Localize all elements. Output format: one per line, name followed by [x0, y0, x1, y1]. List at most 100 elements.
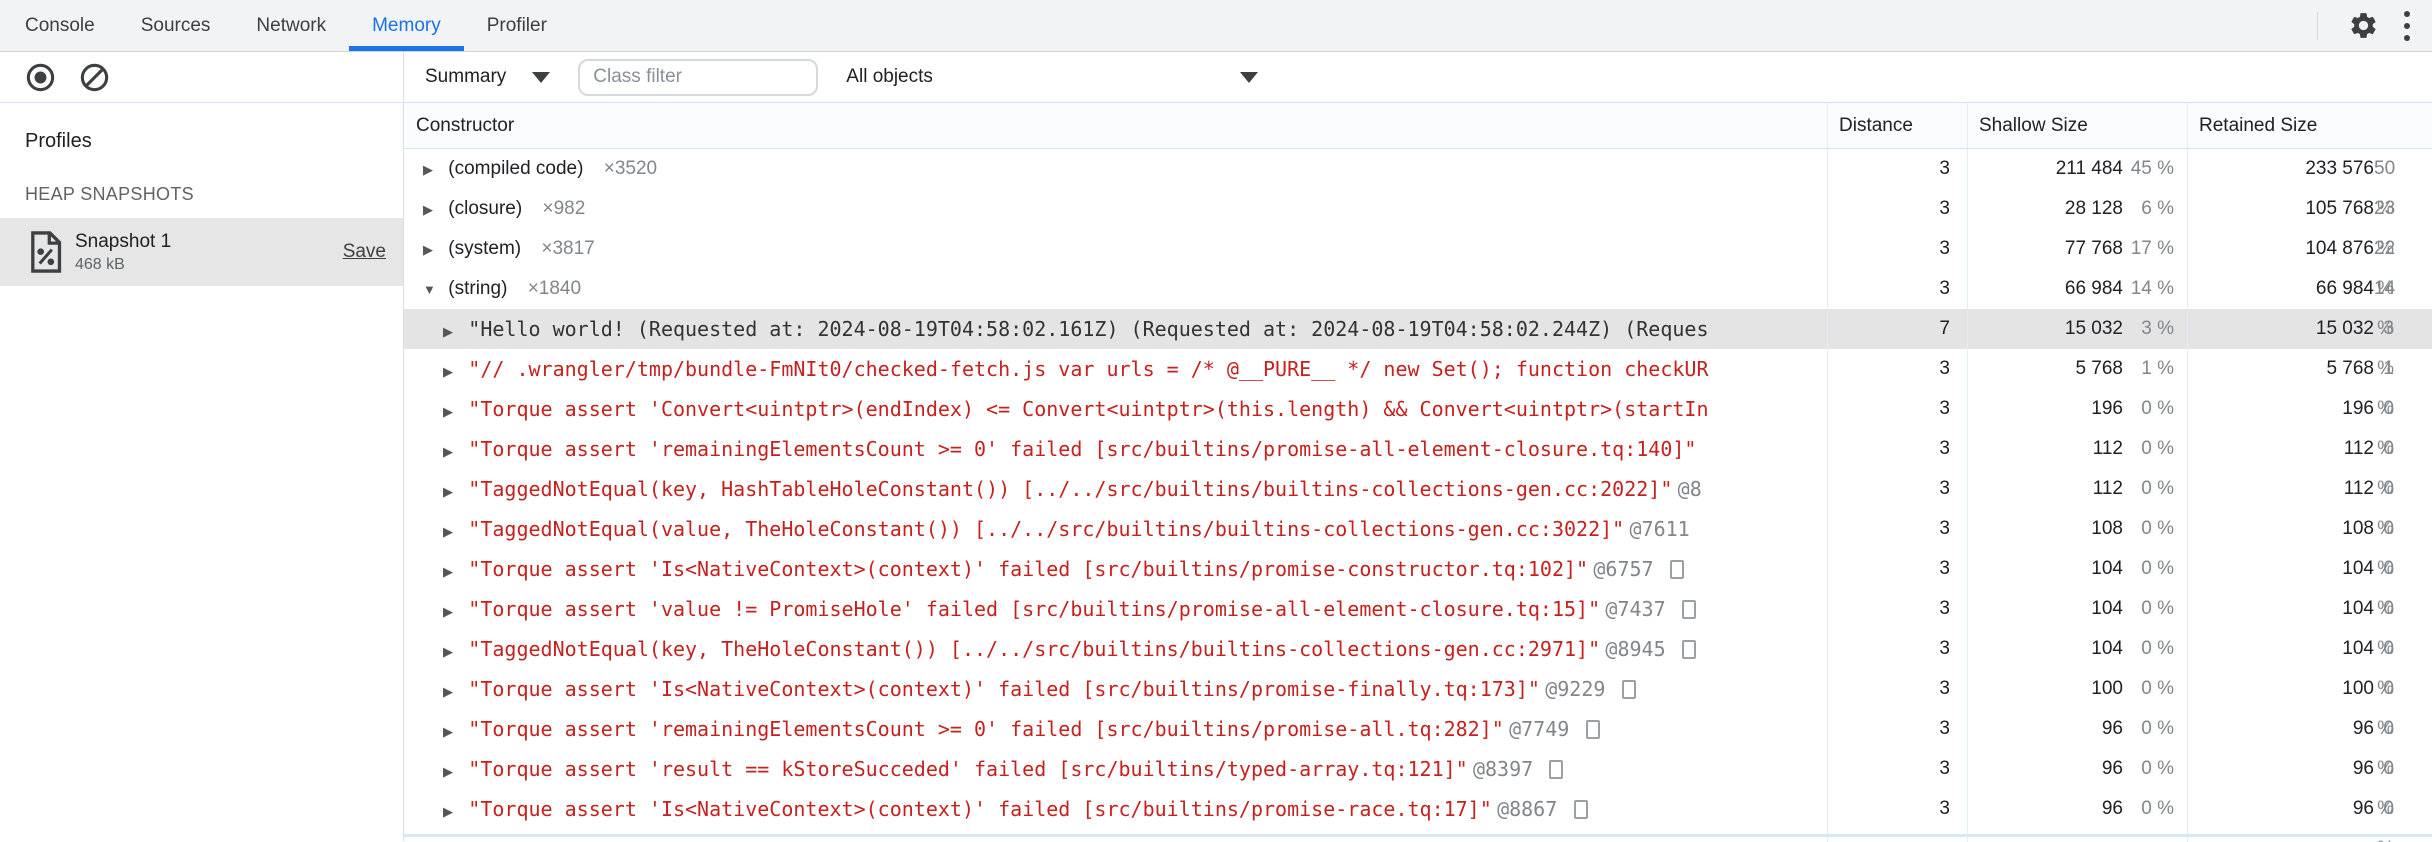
table-row[interactable]: ▼ (string) ×1840 3 66 984 14 % 66 984 14…: [404, 269, 2432, 349]
object-id: @6757: [1593, 557, 1654, 581]
disclosure-triangle-icon[interactable]: ▶: [423, 230, 443, 270]
table-row[interactable]: ▶ (system) ×3817 3 77 768 17 % 104 876 2…: [404, 229, 2432, 309]
profiles-toolbar: [0, 52, 404, 102]
column-header-distance[interactable]: Distance: [1827, 103, 1967, 148]
object-id: @8867: [1497, 797, 1558, 821]
disclosure-triangle-icon[interactable]: ▶: [443, 592, 463, 632]
table-row[interactable]: ▶ "Hello world! (Requested at: 2024-08-1…: [404, 309, 2432, 389]
table-row[interactable]: ▶ "// .wrangler/tmp/bundle-FmNIt0/checke…: [404, 349, 2432, 429]
reveal-icon[interactable]: [1585, 720, 1600, 739]
kebab-icon: [2404, 10, 2410, 17]
column-header-constructor[interactable]: Constructor: [404, 115, 1827, 137]
constructor-name: (closure): [448, 198, 523, 219]
tab-console[interactable]: Console: [2, 0, 118, 51]
tabbar-actions: [2317, 0, 2432, 51]
reveal-icon[interactable]: [1681, 600, 1696, 619]
reveal-icon[interactable]: [1573, 800, 1588, 819]
column-header-retained-size[interactable]: Retained Size: [2187, 103, 2432, 148]
disclosure-triangle-icon[interactable]: ▶: [443, 752, 463, 792]
disclosure-triangle-icon[interactable]: ▶: [443, 392, 463, 432]
memory-panel-content: Profiles HEAP SNAPSHOTS Snapshot 1 468 k…: [0, 103, 2432, 842]
tab-network[interactable]: Network: [233, 0, 349, 51]
object-scope-value: All objects: [846, 66, 933, 87]
instance-count: ×3817: [541, 238, 595, 259]
more-options-button[interactable]: [2404, 10, 2410, 41]
table-row[interactable]: ▶ (compiled code) ×3520 3 211 484 45 % 2…: [404, 149, 2432, 229]
heap-snapshots-section-label: HEAP SNAPSHOTS: [25, 184, 194, 204]
disclosure-triangle-icon[interactable]: ▶: [443, 552, 463, 592]
string-value: "Torque assert 'result == kStoreSucceded…: [468, 757, 1468, 781]
class-filter-input[interactable]: [578, 58, 819, 96]
table-row[interactable]: ▶ (closure) ×982 3 28 128 6 % 105 768 23…: [404, 189, 2432, 269]
table-row[interactable]: ▶ "TaggedNotEqual(key, HashTableHoleCons…: [404, 469, 2432, 549]
tab-memory[interactable]: Memory: [349, 0, 464, 51]
disclosure-triangle-icon[interactable]: ▶: [443, 352, 463, 392]
panel-tabs: Console Sources Network Memory Profiler: [2, 0, 570, 51]
save-snapshot-link[interactable]: Save: [343, 241, 386, 263]
instance-count: ×982: [542, 198, 586, 219]
object-id: @9229: [1545, 677, 1606, 701]
reveal-icon[interactable]: [1549, 760, 1564, 779]
instance-count: ×3520: [603, 158, 658, 179]
table-row[interactable]: ▶ "Torque assert 'remainingElementsCount…: [404, 429, 2432, 509]
view-toolbar: Summary All objects: [404, 52, 2432, 102]
column-header-shallow-size[interactable]: Shallow Size: [1967, 103, 2187, 148]
table-row[interactable]: ▶ "Torque assert 'Is<NativeContext>(cont…: [404, 669, 2432, 749]
block-icon: [79, 62, 110, 93]
disclosure-triangle-icon[interactable]: ▼: [423, 270, 443, 310]
scroll-edge-divider: [404, 834, 2432, 837]
clear-profiles-button[interactable]: [75, 58, 113, 96]
tab-profiler[interactable]: Profiler: [464, 0, 570, 51]
object-id: @8945: [1605, 637, 1666, 661]
object-id: @7749: [1509, 717, 1570, 741]
string-value: "// .wrangler/tmp/bundle-FmNIt0/checked-…: [468, 357, 1709, 381]
disclosure-triangle-icon[interactable]: ▶: [443, 432, 463, 472]
object-id: @7611: [1629, 517, 1690, 541]
table-row[interactable]: ▶ "TaggedNotEqual(value, TheHoleConstant…: [404, 509, 2432, 589]
disclosure-triangle-icon[interactable]: ▶: [443, 632, 463, 672]
devtools-tabbar: Console Sources Network Memory Profiler: [0, 0, 2432, 52]
string-value: "Torque assert 'Is<NativeContext>(contex…: [468, 677, 1540, 701]
reveal-icon[interactable]: [1621, 680, 1636, 699]
constructor-name: (compiled code): [448, 158, 584, 179]
string-value: "Torque assert 'Is<NativeContext>(contex…: [468, 797, 1492, 821]
disclosure-triangle-icon[interactable]: ▶: [443, 712, 463, 752]
chevron-down-icon: [532, 71, 551, 83]
disclosure-triangle-icon[interactable]: ▶: [443, 472, 463, 512]
disclosure-triangle-icon[interactable]: ▶: [423, 190, 443, 230]
string-value: "TaggedNotEqual(value, TheHoleConstant()…: [468, 517, 1625, 541]
table-row[interactable]: ▶ "Torque assert 'Is<NativeContext>(cont…: [404, 549, 2432, 629]
heap-snapshot-document-icon: [29, 231, 62, 273]
string-value: "Torque assert 'remainingElementsCount >…: [468, 717, 1504, 741]
string-value: "TaggedNotEqual(key, HashTableHoleConsta…: [468, 477, 1673, 501]
snapshot-size: 468 kB: [75, 255, 125, 273]
string-value: "Torque assert 'Is<NativeContext>(contex…: [468, 557, 1589, 581]
sidebar-item-snapshot-1[interactable]: Snapshot 1 468 kB Save: [0, 218, 403, 286]
string-value: "Torque assert 'remainingElementsCount >…: [468, 437, 1697, 461]
object-scope-select[interactable]: All objects: [846, 66, 1259, 88]
tabbar-divider: [2317, 11, 2318, 40]
disclosure-triangle-icon[interactable]: ▶: [443, 512, 463, 552]
perspective-select[interactable]: Summary: [425, 66, 551, 88]
table-row[interactable]: ▶ "Torque assert 'result == kStoreSucced…: [404, 749, 2432, 829]
disclosure-triangle-icon[interactable]: ▶: [423, 150, 443, 190]
disclosure-triangle-icon[interactable]: ▶: [443, 672, 463, 712]
snapshot-name: Snapshot 1: [75, 230, 172, 252]
string-value: "TaggedNotEqual(key, TheHoleConstant()) …: [468, 637, 1601, 661]
table-row[interactable]: ▶ "Torque assert 'value != PromiseHole' …: [404, 589, 2432, 669]
chevron-down-icon: [1240, 71, 1259, 83]
constructor-name: (string): [448, 278, 508, 299]
settings-button[interactable]: [2344, 7, 2382, 45]
reveal-icon[interactable]: [1669, 560, 1684, 579]
tab-sources[interactable]: Sources: [118, 0, 234, 51]
string-value: "Torque assert 'Convert<uintptr>(endInde…: [468, 397, 1709, 421]
disclosure-triangle-icon[interactable]: ▶: [443, 312, 463, 352]
table-row[interactable]: ▶ "Torque assert 'Is<NativeContext>(cont…: [404, 789, 2432, 842]
constructor-name: (system): [448, 238, 522, 259]
disclosure-triangle-icon[interactable]: ▶: [443, 792, 463, 832]
take-snapshot-button[interactable]: [21, 58, 59, 96]
table-row[interactable]: ▶ "TaggedNotEqual(key, TheHoleConstant()…: [404, 629, 2432, 709]
reveal-icon[interactable]: [1681, 640, 1696, 659]
table-row[interactable]: ▶ "Torque assert 'remainingElementsCount…: [404, 709, 2432, 789]
table-row[interactable]: ▶ "Torque assert 'Convert<uintptr>(endIn…: [404, 389, 2432, 469]
